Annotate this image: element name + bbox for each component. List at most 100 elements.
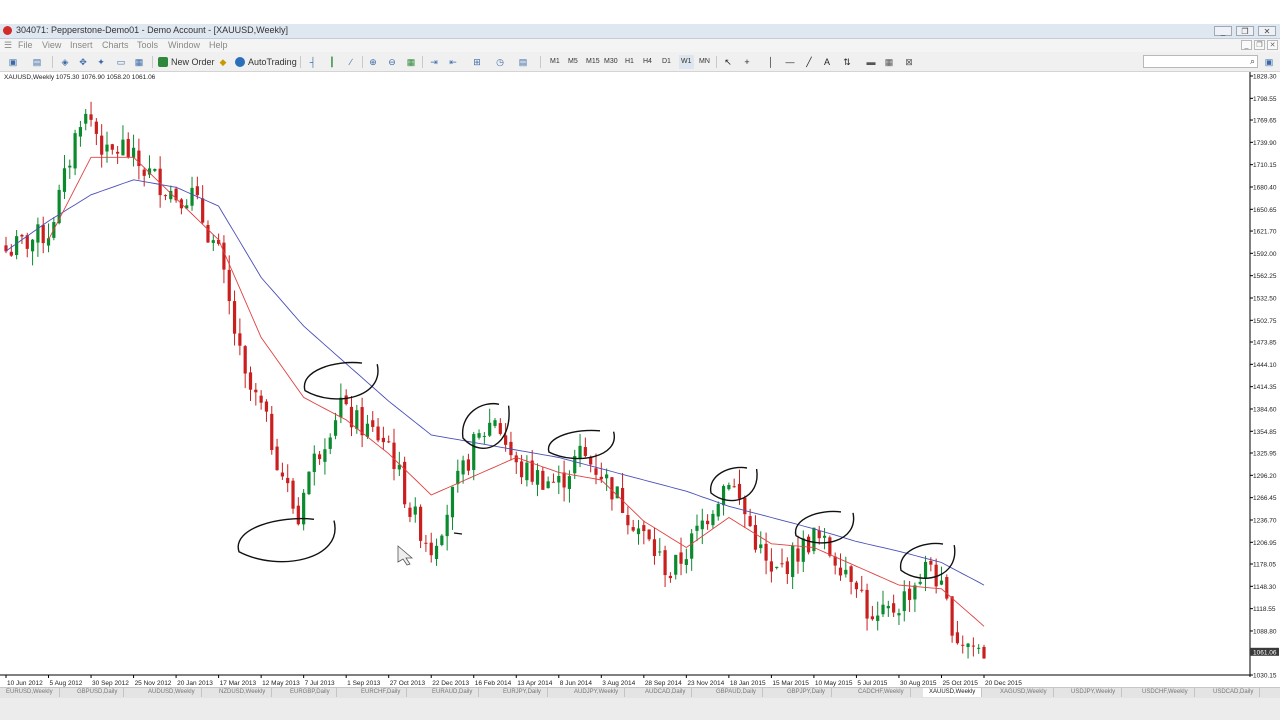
chart-tab[interactable]: EURUSD,Weekly: [0, 688, 60, 697]
bull-candle: [759, 544, 763, 549]
bear-candle: [950, 596, 954, 636]
chart-tab[interactable]: GBPJPY,Daily: [781, 688, 832, 697]
bear-candle: [227, 269, 231, 302]
chart-tab[interactable]: USDCHF,Weekly: [1136, 688, 1195, 697]
chart-tab[interactable]: XAUUSD,Weekly: [923, 688, 983, 697]
autotrading-button[interactable]: AutoTrading: [233, 55, 300, 69]
mdi-minimize-button[interactable]: _: [1241, 40, 1252, 50]
minimize-button[interactable]: _: [1214, 26, 1232, 36]
bear-candle: [296, 505, 300, 525]
text-label-icon[interactable]: ▬: [864, 55, 878, 69]
metaeditor-icon[interactable]: ◆: [216, 55, 230, 69]
chart-tab[interactable]: USDCAD,Daily: [1207, 688, 1261, 697]
timeframe-m30[interactable]: M30: [604, 55, 618, 69]
bull-candle: [445, 514, 449, 537]
chart-tab[interactable]: NZDUSD,Weekly: [213, 688, 273, 697]
bear-candle: [514, 455, 518, 463]
bear-candle: [232, 301, 237, 334]
navigator-icon[interactable]: ✦: [94, 55, 108, 69]
price-tick-label: 1592.00: [1253, 251, 1277, 258]
line-chart-icon[interactable]: ∕: [344, 55, 358, 69]
market-watch-icon[interactable]: ◈: [58, 55, 72, 69]
chart-tab[interactable]: EURAUD,Daily: [426, 688, 480, 697]
timeframe-d1[interactable]: D1: [662, 55, 671, 69]
chart-tab[interactable]: GBPUSD,Daily: [71, 688, 125, 697]
menu-charts[interactable]: Charts: [102, 40, 129, 50]
timeframe-m15[interactable]: M15: [586, 55, 600, 69]
mdi-close-button[interactable]: ✕: [1267, 40, 1278, 50]
chart-window[interactable]: XAUUSD,Weekly 1075.30 1076.90 1058.20 10…: [0, 72, 1280, 687]
price-chart[interactable]: 1828.30 1798.55 1769.65 1739.90 1710.15 1680.…: [0, 72, 1280, 687]
chart-tab[interactable]: GBPAUD,Daily: [710, 688, 763, 697]
gann-icon[interactable]: ⊠: [902, 55, 916, 69]
menu-window[interactable]: Window: [168, 40, 200, 50]
data-window-icon[interactable]: ✥: [76, 55, 90, 69]
bear-candle: [498, 423, 502, 434]
chart-shift-icon[interactable]: ⇥: [427, 55, 441, 69]
bear-candle: [610, 477, 614, 500]
bull-candle: [977, 647, 981, 649]
timeframe-mn[interactable]: MN: [699, 55, 710, 69]
bear-candle: [780, 563, 784, 565]
timeframe-w1[interactable]: W1: [679, 55, 694, 69]
arrows-icon[interactable]: ⇅: [840, 55, 854, 69]
bull-candle: [302, 492, 306, 525]
bear-candle: [9, 251, 13, 256]
bar-chart-icon[interactable]: ┤: [306, 55, 320, 69]
crosshair-icon[interactable]: +: [740, 55, 754, 69]
annotation-circle: [237, 517, 336, 563]
templates-icon[interactable]: ▤: [516, 55, 530, 69]
menu-insert[interactable]: Insert: [70, 40, 93, 50]
timeframe-m1[interactable]: M1: [550, 55, 560, 69]
tile-windows-icon[interactable]: ▦: [404, 55, 418, 69]
timeframe-h4[interactable]: H4: [643, 55, 652, 69]
bull-candle: [535, 470, 540, 485]
horizontal-line-icon[interactable]: —: [783, 55, 797, 69]
mdi-restore-button[interactable]: ❐: [1254, 40, 1265, 50]
chart-tab[interactable]: XAGUSD,Weekly: [994, 688, 1054, 697]
chart-tab[interactable]: EURJPY,Daily: [497, 688, 548, 697]
bull-candle: [684, 559, 688, 565]
chart-tab[interactable]: AUDCAD,Daily: [639, 688, 693, 697]
zoom-out-icon[interactable]: ⊖: [385, 55, 399, 69]
toolbar-separator: [716, 56, 717, 68]
timeframe-h1[interactable]: H1: [625, 55, 634, 69]
search-input[interactable]: ⌕: [1143, 55, 1258, 68]
bear-candle: [626, 515, 630, 526]
strategy-tester-icon[interactable]: ▦: [132, 55, 146, 69]
bear-candle: [142, 169, 146, 176]
chart-tab[interactable]: CADCHF,Weekly: [852, 688, 911, 697]
community-icon[interactable]: ▣: [1262, 55, 1276, 69]
periods-icon[interactable]: ◷: [493, 55, 507, 69]
fibonacci-icon[interactable]: ▦: [882, 55, 896, 69]
menu-file[interactable]: File: [18, 40, 33, 50]
autoscroll-icon[interactable]: ⇤: [446, 55, 460, 69]
vertical-line-icon[interactable]: │: [764, 55, 778, 69]
cursor-icon[interactable]: ↖: [721, 55, 735, 69]
maximize-button[interactable]: ❐: [1236, 26, 1254, 36]
menu-help[interactable]: Help: [209, 40, 228, 50]
candlestick-icon[interactable]: ┃: [325, 55, 339, 69]
trendline-icon[interactable]: ╱: [802, 55, 816, 69]
bear-candle: [753, 525, 758, 550]
chart-tab[interactable]: EURGBP,Daily: [284, 688, 337, 697]
indicators-icon[interactable]: ⊞: [470, 55, 484, 69]
zoom-in-icon[interactable]: ⊕: [366, 55, 380, 69]
text-tool-icon[interactable]: A: [820, 55, 834, 69]
menu-app-icon[interactable]: ☰: [4, 40, 12, 51]
close-button[interactable]: ✕: [1258, 26, 1276, 36]
bull-candle: [690, 533, 694, 559]
price-tick-label: 1325.95: [1253, 451, 1277, 458]
new-order-button[interactable]: New Order: [156, 55, 218, 69]
search-icon[interactable]: ⌕: [1250, 56, 1255, 67]
new-chart-icon[interactable]: ▣: [6, 55, 20, 69]
menu-view[interactable]: View: [42, 40, 61, 50]
menu-tools[interactable]: Tools: [137, 40, 158, 50]
terminal-icon[interactable]: ▭: [114, 55, 128, 69]
chart-tab[interactable]: USDJPY,Weekly: [1065, 688, 1123, 697]
chart-tab[interactable]: EURCHF,Daily: [355, 688, 408, 697]
profiles-icon[interactable]: ▤: [30, 55, 44, 69]
chart-tab[interactable]: AUDJPY,Weekly: [568, 688, 626, 697]
timeframe-m5[interactable]: M5: [568, 55, 578, 69]
chart-tab[interactable]: AUDUSD,Weekly: [142, 688, 202, 697]
